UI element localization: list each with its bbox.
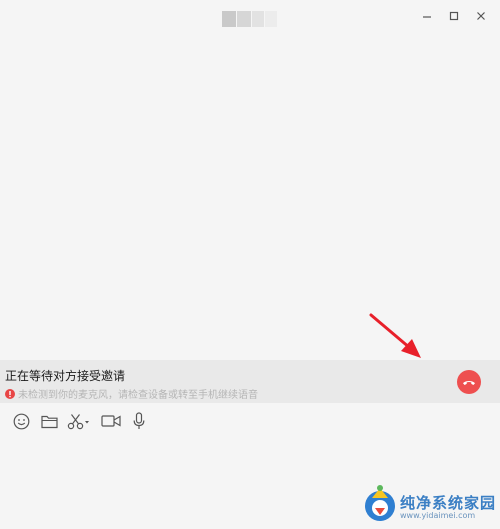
watermark-logo — [365, 485, 395, 521]
maximize-button[interactable] — [443, 6, 465, 26]
screenshot-button[interactable] — [67, 411, 91, 431]
emoji-button[interactable] — [11, 411, 31, 431]
voice-call-window: 正在等待对方接受邀请 未检测到你的麦克风，请检查设备或转至手机继续语音 纯净系统… — [0, 0, 500, 529]
video-call-button[interactable] — [100, 411, 122, 431]
phone-hangup-icon — [463, 380, 475, 385]
contact-name-blurred — [222, 11, 278, 27]
call-status-text: 正在等待对方接受邀请 — [5, 369, 126, 383]
maximize-icon — [449, 11, 459, 21]
hang-up-button[interactable] — [457, 370, 481, 394]
chat-toolbar — [0, 403, 500, 439]
microphone-icon — [133, 412, 145, 429]
folder-icon — [40, 415, 58, 428]
watermark-title: 纯净系统家园 — [400, 494, 497, 512]
microphone-warning-text: 未检测到你的麦克风，请检查设备或转至手机继续语音 — [18, 390, 258, 401]
microphone-warning: 未检测到你的麦克风，请检查设备或转至手机继续语音 — [5, 386, 258, 401]
emoji-icon — [13, 413, 29, 429]
scissors-icon — [67, 413, 89, 429]
minimize-icon — [423, 16, 431, 18]
call-status-bar: 正在等待对方接受邀请 未检测到你的麦克风，请检查设备或转至手机继续语音 — [0, 360, 500, 403]
send-file-button[interactable] — [39, 411, 59, 431]
warning-icon — [5, 388, 15, 399]
close-icon — [477, 12, 485, 20]
site-watermark: 纯净系统家园 www.yidaimei.com — [362, 478, 498, 526]
voice-message-button[interactable] — [130, 411, 148, 431]
annotation-arrow — [369, 313, 421, 358]
close-button[interactable] — [470, 6, 492, 26]
video-camera-icon — [101, 415, 121, 427]
watermark-url: www.yidaimei.com — [400, 511, 476, 520]
minimize-button[interactable] — [416, 6, 438, 26]
title-bar — [0, 0, 500, 36]
